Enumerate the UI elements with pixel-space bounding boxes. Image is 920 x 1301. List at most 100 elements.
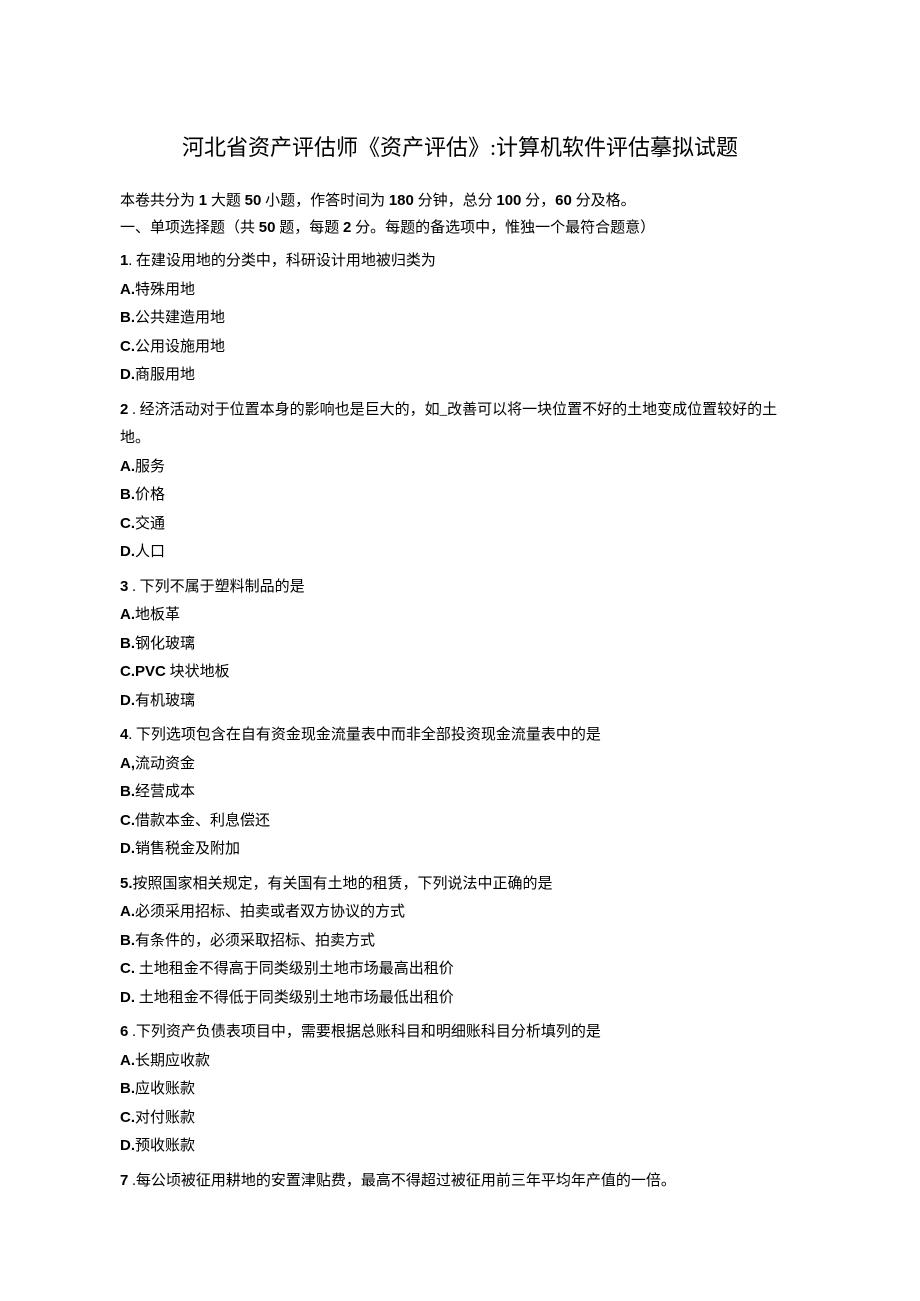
option-letter: C. xyxy=(120,960,135,977)
option-text: 公共建造用地 xyxy=(135,310,225,326)
option-text: 人口 xyxy=(135,544,165,560)
option-letter: C. xyxy=(120,1109,135,1126)
option: D.人口 xyxy=(120,538,800,567)
option-text: 交通 xyxy=(135,516,165,532)
option-letter: B. xyxy=(120,932,135,949)
option: B.公共建造用地 xyxy=(120,304,800,333)
option-text: 特殊用地 xyxy=(135,282,195,298)
section-heading: 一、单项选择题（共 50 题，每题 2 分。每题的备选项中，惟独一个最符合题意） xyxy=(120,217,800,240)
question-separator: . xyxy=(128,579,139,595)
option: D. 土地租金不得低于同类级别土地市场最低出租价 xyxy=(120,984,800,1013)
option-letter: A, xyxy=(120,755,135,772)
option: C.交通 xyxy=(120,510,800,539)
option-letter: D. xyxy=(120,840,135,857)
question-block: 3 . 下列不属于塑料制品的是A.地板革B.钢化玻璃C.PVC 块状地板D.有机… xyxy=(120,573,800,716)
intro-text: 本卷共分为 xyxy=(120,193,199,209)
exam-intro: 本卷共分为 1 大题 50 小题，作答时间为 180 分钟，总分 100 分，6… xyxy=(120,190,800,213)
option-letter: A. xyxy=(120,606,135,623)
option-letter: D. xyxy=(120,989,135,1006)
option-text: 土地租金不得低于同类级别土地市场最低出租价 xyxy=(135,990,454,1006)
option-letter: A. xyxy=(120,903,135,920)
option-letter: D. xyxy=(120,366,135,383)
section-text: 题，每题 xyxy=(275,220,343,236)
option-text: 必须采用招标、拍卖或者双方协议的方式 xyxy=(135,904,405,920)
question-separator: . xyxy=(128,402,139,418)
question-text: 1. 在建设用地的分类中，科研设计用地被归类为 xyxy=(120,247,800,276)
option-letter: D. xyxy=(120,543,135,560)
question-text: 6 .下列资产负债表项目中，需要根据总账科目和明细账科目分析填列的是 xyxy=(120,1018,800,1047)
option: D.商服用地 xyxy=(120,361,800,390)
question-number: 5. xyxy=(120,875,133,892)
option-text: 块状地板 xyxy=(166,664,230,680)
section-text: 一、单项选择题（共 xyxy=(120,220,259,236)
question-block: 7 .每公顷被征用耕地的安置津贴费，最高不得超过被征用前三年平均年产值的一倍。 xyxy=(120,1167,800,1196)
question-separator: . xyxy=(128,727,136,743)
option-text: 地板革 xyxy=(135,607,180,623)
intro-num: 50 xyxy=(245,192,262,209)
option-text: 预收账款 xyxy=(135,1138,195,1154)
option-letter: B. xyxy=(120,783,135,800)
option: C.公用设施用地 xyxy=(120,333,800,362)
intro-num: 60 xyxy=(555,192,572,209)
question-body: 下列不属于塑料制品的是 xyxy=(140,579,305,595)
option: B.经营成本 xyxy=(120,778,800,807)
option-letter: A. xyxy=(120,281,135,298)
option: C.对付账款 xyxy=(120,1104,800,1133)
question-block: 6 .下列资产负债表项目中，需要根据总账科目和明细账科目分析填列的是A.长期应收… xyxy=(120,1018,800,1161)
option-text: 对付账款 xyxy=(135,1110,195,1126)
question-separator: . xyxy=(128,1024,136,1040)
section-text: 分。每题的备选项中，惟独一个最符合题意） xyxy=(351,220,655,236)
document-page: 河北省资产评估师《资产评估》:计算机软件评估摹拟试题 本卷共分为 1 大题 50… xyxy=(0,0,920,1261)
intro-text: 分钟，总分 xyxy=(414,193,497,209)
option-letter: D. xyxy=(120,1137,135,1154)
option-text: 土地租金不得高于同类级别土地市场最高出租价 xyxy=(135,961,454,977)
option-text: 价格 xyxy=(135,487,165,503)
option-text: 有机玻璃 xyxy=(135,693,195,709)
option: B.应收账款 xyxy=(120,1075,800,1104)
option-letter: A. xyxy=(120,1052,135,1069)
option: A.服务 xyxy=(120,453,800,482)
option-letter: B. xyxy=(120,1080,135,1097)
intro-text: 分及格。 xyxy=(572,193,636,209)
option-letter: C. xyxy=(120,338,135,355)
option-letter: B. xyxy=(120,486,135,503)
intro-num: 180 xyxy=(389,192,414,209)
option-text: 商服用地 xyxy=(135,367,195,383)
option-text: 经营成本 xyxy=(135,784,195,800)
question-block: 5.按照国家相关规定，有关国有土地的租赁，下列说法中正确的是A.必须采用招标、拍… xyxy=(120,870,800,1013)
option: B.价格 xyxy=(120,481,800,510)
option: A.特殊用地 xyxy=(120,276,800,305)
question-body: 在建设用地的分类中，科研设计用地被归类为 xyxy=(136,253,436,269)
question-body: 经济活动对于位置本身的影响也是巨大的，如_改善可以将一块位置不好的土地变成位置较… xyxy=(120,402,777,447)
option-letter: C. xyxy=(120,515,135,532)
section-num: 50 xyxy=(259,219,276,236)
option: D.有机玻璃 xyxy=(120,687,800,716)
questions-list: 1. 在建设用地的分类中，科研设计用地被归类为A.特殊用地B.公共建造用地C.公… xyxy=(120,247,800,1195)
option-text: 借款本金、利息偿还 xyxy=(135,813,270,829)
option-letter: C. xyxy=(120,812,135,829)
intro-text: 分， xyxy=(521,193,555,209)
option: C.借款本金、利息偿还 xyxy=(120,807,800,836)
option: B.有条件的，必须采取招标、拍卖方式 xyxy=(120,927,800,956)
question-text: 3 . 下列不属于塑料制品的是 xyxy=(120,573,800,602)
option: D.销售税金及附加 xyxy=(120,835,800,864)
option-text: 钢化玻璃 xyxy=(135,636,195,652)
intro-num: 100 xyxy=(496,192,521,209)
option-text: 应收账款 xyxy=(135,1081,195,1097)
option-text: 有条件的，必须采取招标、拍卖方式 xyxy=(135,933,375,949)
option-letter: D. xyxy=(120,692,135,709)
option: A,流动资金 xyxy=(120,750,800,779)
question-separator: . xyxy=(128,253,136,269)
option-text: 长期应收款 xyxy=(135,1053,210,1069)
option-letter: A. xyxy=(120,458,135,475)
option: C. 土地租金不得高于同类级别土地市场最高出租价 xyxy=(120,955,800,984)
option-letter: B. xyxy=(120,635,135,652)
option-letter: C.PVC xyxy=(120,663,166,680)
question-block: 2 . 经济活动对于位置本身的影响也是巨大的，如_改善可以将一块位置不好的土地变… xyxy=(120,396,800,567)
question-body: 下列资产负债表项目中，需要根据总账科目和明细账科目分析填列的是 xyxy=(136,1024,601,1040)
option: D.预收账款 xyxy=(120,1132,800,1161)
option: C.PVC 块状地板 xyxy=(120,658,800,687)
option: A.长期应收款 xyxy=(120,1047,800,1076)
option-text: 服务 xyxy=(135,459,165,475)
option: A.地板革 xyxy=(120,601,800,630)
